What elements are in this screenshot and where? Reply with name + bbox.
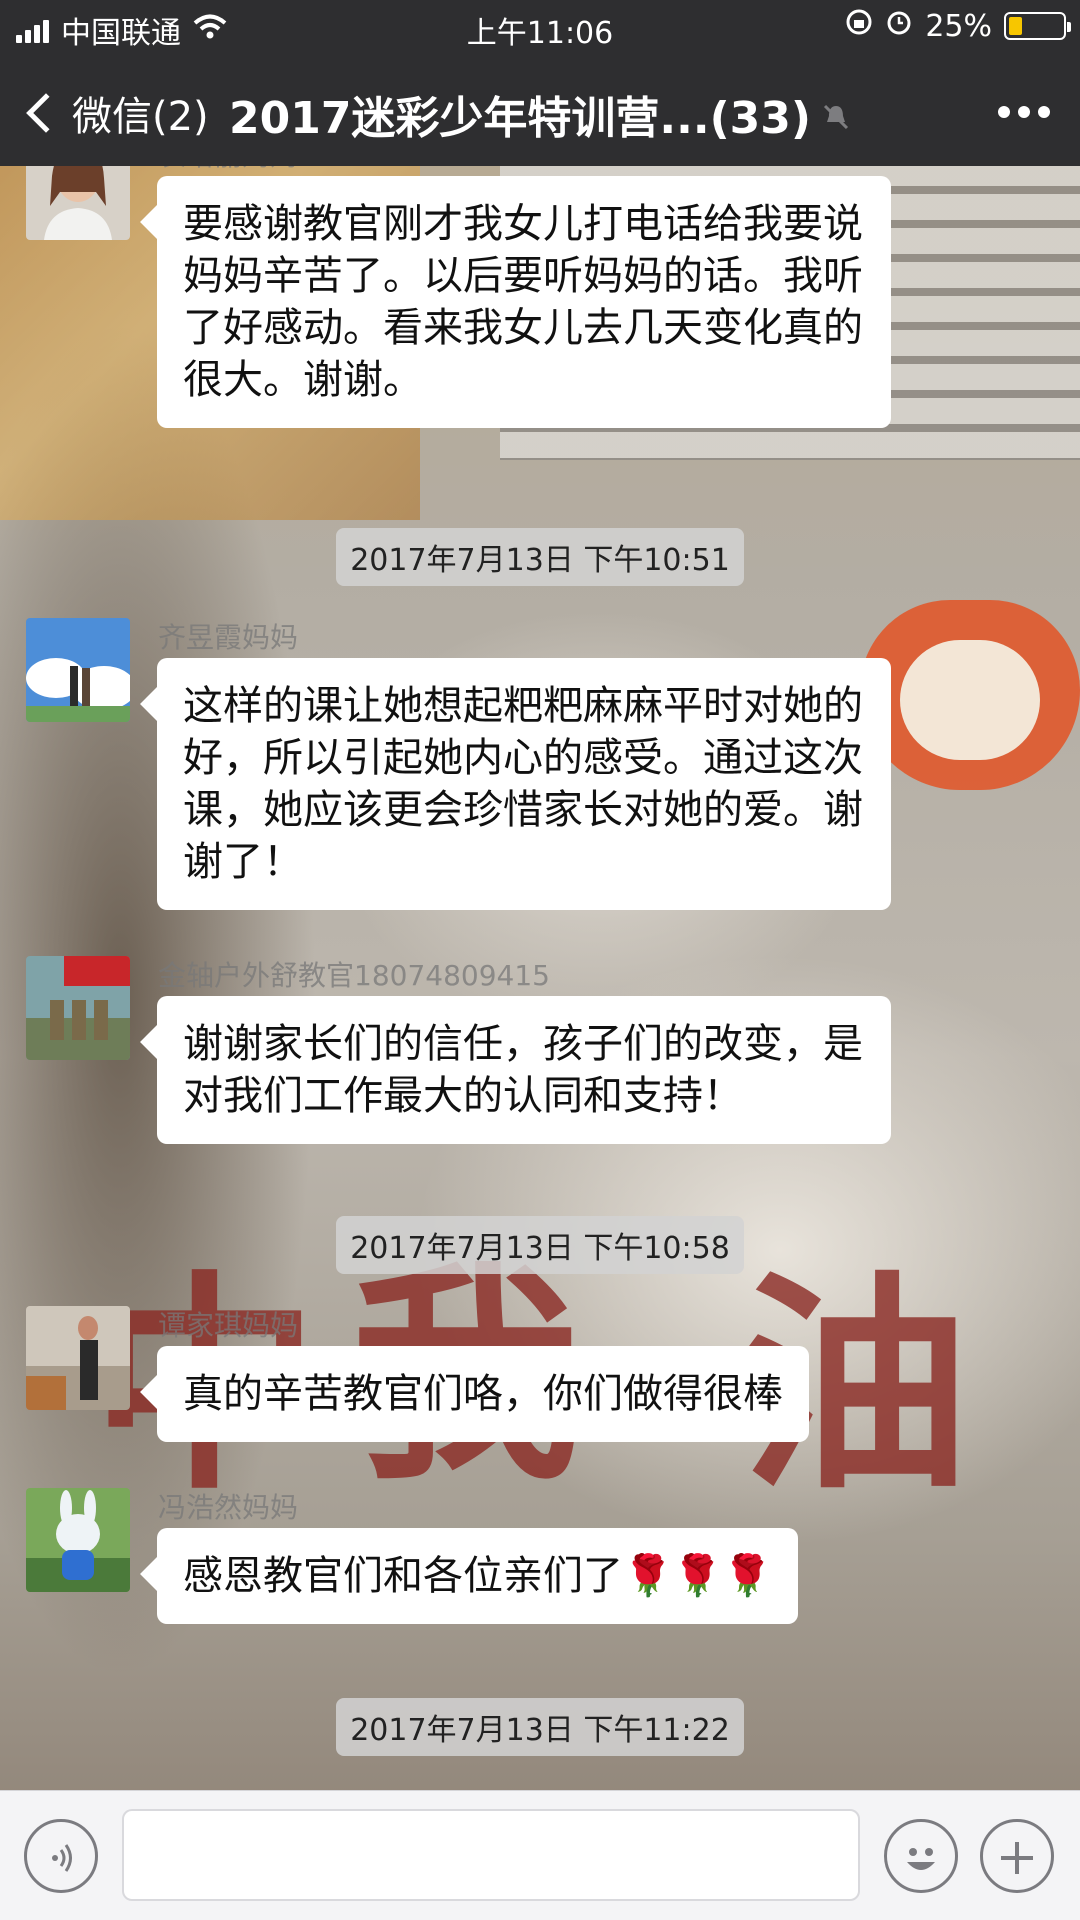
message-bubble[interactable]: 这样的课让她想起粑粑麻麻平时对她的好，所以引起她内心的感受。通过这次课，她应该更… xyxy=(157,658,891,910)
timestamp-label: 2017年7月13日 下午10:51 xyxy=(336,528,744,586)
sender-name: 农培丽妈妈 xyxy=(158,166,298,174)
avatar[interactable] xyxy=(26,1306,130,1410)
rotation-lock-icon xyxy=(845,8,873,44)
emoji-icon xyxy=(895,1833,947,1879)
dot-icon xyxy=(1018,106,1030,118)
avatar[interactable] xyxy=(26,166,130,240)
mute-icon xyxy=(821,102,851,140)
avatar[interactable] xyxy=(26,956,130,1060)
sender-name: 冯浩然妈妈 xyxy=(158,1491,299,1524)
avatar[interactable] xyxy=(26,618,130,722)
timestamp: 2017年7月13日 下午10:51 xyxy=(0,528,1080,586)
message-input[interactable] xyxy=(122,1809,860,1901)
battery-percent: 25% xyxy=(925,8,992,44)
avatar[interactable] xyxy=(26,1488,130,1592)
more-options-button[interactable] xyxy=(998,106,1050,118)
plus-icon xyxy=(995,1833,1039,1879)
navigation-bar: 微信(2) 2017迷彩少年特训营...(33) xyxy=(0,54,1080,166)
status-bar: 中国联通 上午11:06 25% xyxy=(0,0,1080,54)
more-functions-button[interactable] xyxy=(980,1819,1054,1893)
sender-name: 金轴户外舒教官18074809415 xyxy=(158,959,550,992)
message-list[interactable]: 农培丽妈妈 要感谢教官刚才我女儿打电话给我要说妈妈辛苦了。以后要听妈妈的话。我听… xyxy=(0,166,1080,1790)
battery-fill xyxy=(1009,17,1022,35)
timestamp-label: 2017年7月13日 下午11:22 xyxy=(336,1698,744,1756)
message-bubble[interactable]: 真的辛苦教官们咯，你们做得很棒 xyxy=(157,1346,809,1442)
timestamp: 2017年7月13日 下午11:22 xyxy=(0,1698,1080,1756)
emoji-button[interactable] xyxy=(884,1819,958,1893)
alarm-icon xyxy=(885,8,913,44)
voice-icon xyxy=(43,1833,79,1879)
voice-input-button[interactable] xyxy=(24,1819,98,1893)
chat-title: 2017迷彩少年特训营...(33) xyxy=(0,82,1080,146)
dot-icon xyxy=(1038,106,1050,118)
timestamp: 2017年7月13日 下午10:58 xyxy=(0,1216,1080,1274)
timestamp-label: 2017年7月13日 下午10:58 xyxy=(336,1216,744,1274)
chat-title-text: 2017迷彩少年特训营...(33) xyxy=(228,93,812,144)
message-bubble[interactable]: 感恩教官们和各位亲们了🌹🌹🌹 xyxy=(157,1528,799,1624)
sender-name: 谭家琪妈妈 xyxy=(158,1309,299,1342)
sender-name: 齐昱霞妈妈 xyxy=(158,621,299,654)
battery-icon xyxy=(1004,12,1071,40)
message-bubble[interactable]: 谢谢家长们的信任，孩子们的改变，是对我们工作最大的认同和支持！ xyxy=(157,996,891,1144)
dot-icon xyxy=(998,106,1010,118)
message-bubble[interactable]: 要感谢教官刚才我女儿打电话给我要说妈妈辛苦了。以后要听妈妈的话。我听了好感动。看… xyxy=(157,176,891,428)
input-bar xyxy=(0,1790,1080,1920)
